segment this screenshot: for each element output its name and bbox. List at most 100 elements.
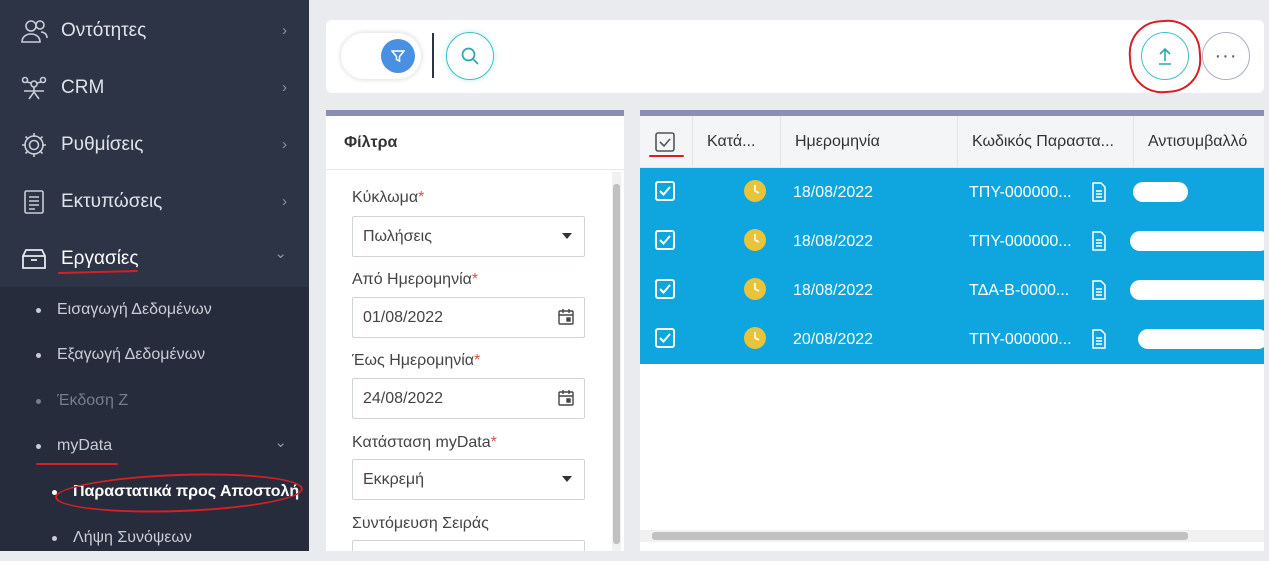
- caret-down-icon: [562, 476, 572, 482]
- sidebar-item-settings[interactable]: Ρυθμίσεις ›: [0, 116, 309, 173]
- column-header-status[interactable]: Κατά...: [692, 116, 780, 168]
- table-row[interactable]: 20/08/2022 ΤΠΥ-000000...: [640, 315, 1264, 364]
- more-options-button[interactable]: ···: [1202, 32, 1250, 80]
- sidebar-subitem-label: Λήψη Συνόψεων: [73, 529, 192, 546]
- pending-clock-icon: [744, 229, 766, 251]
- toolbar-divider: [432, 33, 434, 78]
- document-icon[interactable]: [1091, 231, 1107, 251]
- column-header-date[interactable]: Ημερομηνία: [780, 116, 957, 168]
- chevron-right-icon: ›: [282, 79, 287, 96]
- pending-clock-icon: [744, 278, 766, 300]
- row-code: ΤΠΥ-000000...: [969, 232, 1072, 250]
- search-icon: [461, 47, 479, 65]
- filters-scrollbar[interactable]: [612, 172, 621, 551]
- sidebar-subitem-receive-summaries[interactable]: Λήψη Συνόψεων: [0, 515, 309, 561]
- redacted-counterparty: [1138, 329, 1264, 349]
- check-icon: [659, 235, 671, 245]
- row-date: 18/08/2022: [793, 281, 874, 299]
- redacted-counterparty: [1133, 182, 1188, 202]
- sidebar-item-tasks[interactable]: Εργασίες ⌄: [0, 230, 309, 287]
- crm-icon: [21, 76, 47, 99]
- select-value: Εκκρεμή: [363, 470, 425, 488]
- sidebar-item-label: CRM: [61, 76, 105, 98]
- to-date-field[interactable]: 24/08/2022: [352, 378, 585, 419]
- grid-header: Κατά... Ημερομηνία Κωδικός Παραστα... Αν…: [640, 116, 1264, 168]
- pending-clock-icon: [744, 327, 766, 349]
- label-text: Έως Ημερομηνία: [352, 352, 475, 369]
- pending-clock-icon: [744, 180, 766, 202]
- document-icon[interactable]: [1091, 182, 1107, 202]
- column-header-counterparty[interactable]: Αντισυμβαλλό: [1133, 116, 1264, 168]
- toolbar: ···: [326, 17, 1264, 96]
- label-text: Από Ημερομηνία: [352, 271, 472, 288]
- required-mark: *: [474, 352, 481, 369]
- annotation-circle: [1126, 17, 1204, 96]
- scrollbar-thumb[interactable]: [613, 184, 620, 544]
- search-button[interactable]: [446, 32, 494, 80]
- annotation-underline: [649, 155, 684, 157]
- sidebar-subitem-label: Εξαγωγή Δεδομένων: [57, 346, 206, 363]
- select-all-cell[interactable]: [640, 116, 692, 168]
- table-row[interactable]: 18/08/2022 ΤΔΑ-Β-0000...: [640, 266, 1264, 315]
- chevron-right-icon: ›: [282, 136, 287, 153]
- sidebar-subitem-label: Έκδοση Ζ: [57, 392, 129, 409]
- more-icon: ···: [1214, 44, 1238, 67]
- bullet: [52, 535, 57, 541]
- filters-title: Φίλτρα: [326, 116, 624, 170]
- document-icon[interactable]: [1091, 329, 1107, 349]
- sidebar-subitem-label: myData: [57, 437, 113, 454]
- sidebar-item-label: Εκτυπώσεις: [61, 190, 163, 212]
- calendar-icon[interactable]: [557, 389, 575, 407]
- chevron-right-icon: ›: [282, 193, 287, 210]
- row-checkbox[interactable]: [655, 230, 675, 250]
- bullet: [36, 307, 41, 313]
- from-date-field[interactable]: 01/08/2022: [352, 297, 585, 338]
- sidebar-subitem-z-report[interactable]: Έκδοση Ζ: [0, 378, 309, 424]
- select-all-checkbox[interactable]: [654, 131, 676, 153]
- users-icon: [21, 19, 48, 43]
- sidebar-subitem-label: Εισαγωγή Δεδομένων: [57, 301, 212, 318]
- filter-toggle[interactable]: [341, 33, 421, 79]
- column-header-document-code[interactable]: Κωδικός Παραστα...: [957, 116, 1133, 168]
- mydata-status-select[interactable]: Εκκρεμή: [352, 459, 585, 500]
- sidebar: Οντότητες › CRM › Ρυθμίσεις › Εκτυπώσεις…: [0, 0, 309, 551]
- field-label-to-date: Έως Ημερομηνία*: [352, 352, 480, 370]
- sidebar-subitem-export[interactable]: Εξαγωγή Δεδομένων: [0, 332, 309, 378]
- series-shortcut-input[interactable]: [352, 540, 585, 551]
- field-label-from-date: Από Ημερομηνία*: [352, 271, 478, 289]
- row-date: 18/08/2022: [793, 232, 874, 250]
- table-row[interactable]: 18/08/2022 ΤΠΥ-000000...: [640, 168, 1264, 217]
- bullet: [36, 352, 41, 358]
- row-checkbox[interactable]: [655, 279, 675, 299]
- label-text: Συντόμευση Σειράς: [352, 515, 489, 532]
- sidebar-item-prints[interactable]: Εκτυπώσεις ›: [0, 173, 309, 230]
- row-date: 18/08/2022: [793, 183, 874, 201]
- grid-horizontal-scrollbar[interactable]: [640, 530, 1264, 542]
- sidebar-item-entities[interactable]: Οντότητες ›: [0, 2, 309, 59]
- bullet: [36, 443, 41, 449]
- caret-down-icon: [562, 233, 572, 239]
- filters-panel: Φίλτρα Κύκλωμα* Πωλήσεις Από Ημερομηνία*…: [326, 110, 624, 551]
- document-icon[interactable]: [1091, 280, 1107, 300]
- select-value: Πωλήσεις: [363, 227, 432, 245]
- required-mark: *: [490, 434, 497, 451]
- chevron-down-icon: ⌄: [274, 434, 287, 451]
- calendar-icon[interactable]: [557, 308, 575, 326]
- row-checkbox[interactable]: [655, 328, 675, 348]
- table-row[interactable]: 18/08/2022 ΤΠΥ-000000...: [640, 217, 1264, 266]
- filter-icon: [391, 50, 405, 63]
- row-checkbox[interactable]: [655, 181, 675, 201]
- circuit-select[interactable]: Πωλήσεις: [352, 216, 585, 257]
- documents-grid: Κατά... Ημερομηνία Κωδικός Παραστα... Αν…: [640, 110, 1264, 551]
- sidebar-subitem-import[interactable]: Εισαγωγή Δεδομένων: [0, 287, 309, 333]
- row-code: ΤΠΥ-000000...: [969, 183, 1072, 201]
- date-value: 01/08/2022: [363, 308, 444, 326]
- redacted-counterparty: [1130, 231, 1264, 251]
- scrollbar-thumb[interactable]: [652, 532, 1188, 540]
- redacted-counterparty: [1130, 280, 1264, 300]
- check-icon: [659, 186, 671, 196]
- sidebar-item-crm[interactable]: CRM ›: [0, 59, 309, 116]
- field-label-series-shortcut: Συντόμευση Σειράς: [352, 515, 489, 533]
- required-mark: *: [471, 271, 479, 288]
- document-list-icon: [24, 189, 44, 214]
